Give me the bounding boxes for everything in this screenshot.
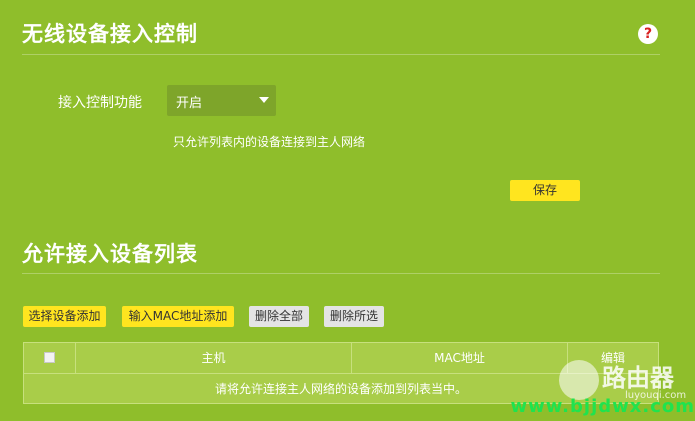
page-title: 无线设备接入控制 [22, 22, 198, 46]
access-control-select[interactable]: 开启 [167, 85, 276, 116]
delete-all-button[interactable]: 删除全部 [249, 306, 309, 327]
access-control-label: 接入控制功能 [58, 95, 142, 111]
select-all-checkbox[interactable] [44, 352, 55, 363]
select-value: 开启 [176, 96, 203, 111]
save-button[interactable]: 保存 [510, 180, 580, 201]
watermark-url: www.bjjdwx.com [510, 396, 695, 417]
wifi-icon [559, 360, 599, 400]
column-mac: MAC地址 [352, 343, 568, 373]
watermark: 路由器 luyouqi.com www.bjjdwx.com [510, 356, 694, 417]
divider [22, 54, 660, 55]
watermark-cn: 路由器 [602, 364, 674, 392]
help-icon[interactable]: ? [638, 24, 658, 44]
column-host: 主机 [76, 343, 352, 373]
access-control-description: 只允许列表内的设备连接到主人网络 [173, 135, 366, 149]
mac-add-button[interactable]: 输入MAC地址添加 [122, 306, 234, 327]
delete-selected-button[interactable]: 删除所选 [324, 306, 384, 327]
select-device-add-button[interactable]: 选择设备添加 [23, 306, 106, 327]
select-all-cell [24, 343, 76, 373]
divider [22, 273, 660, 274]
chevron-down-icon [259, 97, 269, 103]
device-list-title: 允许接入设备列表 [22, 242, 198, 266]
